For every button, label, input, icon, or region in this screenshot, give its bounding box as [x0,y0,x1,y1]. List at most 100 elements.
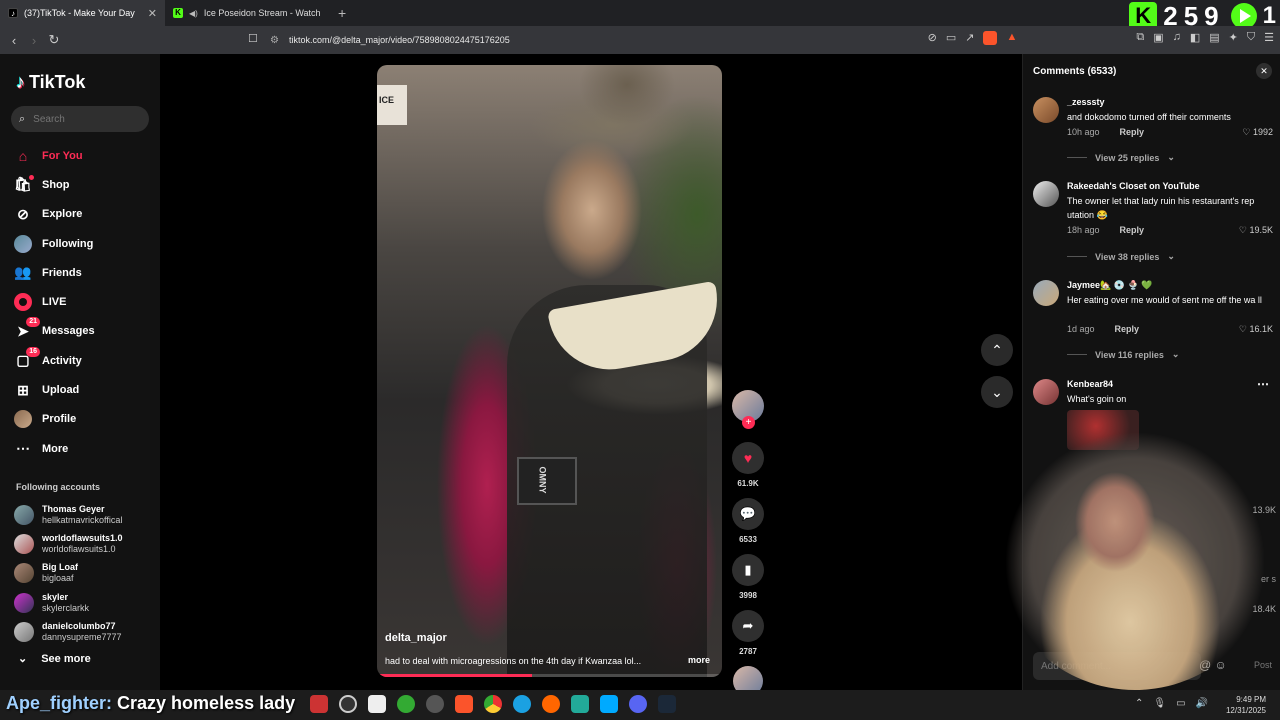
comment-like-button[interactable]: ♡ 19.5K [1239,225,1273,236]
sidebar-item-activity[interactable]: ▢ 16 Activity [14,346,95,375]
leo-icon[interactable]: ✦ [1229,31,1238,45]
post-button[interactable]: Post [1254,660,1272,670]
avatar[interactable] [1033,97,1059,123]
sidebar-item-label: Shop [42,178,70,191]
forward-icon[interactable]: › [24,33,44,48]
vpn-icon[interactable]: ⛉ [1247,31,1255,45]
tab-kick[interactable]: K ◀) Ice Poseidon Stream - Watch Live [165,0,330,26]
view-replies-button[interactable]: View 116 replies ⌄ [1067,349,1179,360]
comment-button[interactable]: 💬 [732,498,764,530]
discord-icon[interactable] [629,695,647,713]
next-video-button[interactable]: ⌄ [981,376,1013,408]
comment-user[interactable]: Rakeedah's Closet on YouTube [1067,181,1200,191]
sidebar-item-friends[interactable]: 👥 Friends [14,258,95,287]
reload-icon[interactable]: ↻ [44,32,64,48]
chevron-up-icon[interactable]: ⌃ [1135,698,1143,709]
extensions-icon[interactable]: ⧉ [1136,31,1144,45]
address-bar: ‹ › ↻ ☐ ⚙ tiktok.com/@delta_major/video/… [0,26,1280,54]
app-icon[interactable] [571,695,589,713]
settings-icon[interactable] [426,695,444,713]
app-icon[interactable] [368,695,386,713]
tiktok-logo[interactable]: ♪ TikTok [16,72,85,93]
app-icon[interactable] [397,695,415,713]
brave-shield-icon[interactable] [983,31,998,45]
microphone-icon[interactable]: 🎙 [1153,698,1166,709]
following-account-item[interactable]: skyler skylerclarkk [14,588,123,617]
comment-like-button[interactable]: ♡ 16.1K [1239,324,1273,335]
creator-avatar[interactable]: + [732,390,764,429]
timer-icon[interactable] [339,695,357,713]
comment-options-icon[interactable]: ⋯ [1257,377,1269,391]
taskbar-clock[interactable]: 9:49 PM 12/31/2025 [1226,694,1266,716]
share-icon[interactable]: ↗ [965,31,974,45]
volume-icon[interactable]: 🔊 [1196,698,1208,709]
follow-plus-icon[interactable]: + [742,416,755,429]
see-more-button[interactable]: ⌄ See more [18,652,91,666]
sidebar-item-messages[interactable]: ➤ 21 Messages [14,317,95,346]
sidebar-item-shop[interactable]: 🛍 Shop [14,170,95,199]
comment-user[interactable]: Kenbear84 [1067,379,1113,389]
video-author[interactable]: delta_major [385,632,447,644]
following-account-item[interactable]: Thomas Geyer hellkatmavrickoffical [14,500,123,529]
following-account-item[interactable]: danielcolumbo77 dannysupreme7777 [14,617,123,646]
cast-icon[interactable]: ▭ [946,31,956,45]
avatar[interactable] [1033,379,1059,405]
sidebar-item-more[interactable]: ⋯ More [14,434,95,463]
edge-icon[interactable] [513,695,531,713]
search-box[interactable]: ⌕ [11,106,149,132]
sidebar-item-profile[interactable]: Profile [14,405,95,434]
sidebar-item-for-you[interactable]: ⌂ For You [14,141,95,170]
menu-icon[interactable]: ☰ [1264,31,1274,45]
sidebar-item-explore[interactable]: ⊘ Explore [14,200,95,229]
avatar[interactable] [1033,280,1059,306]
steam-icon[interactable] [658,695,676,713]
close-comments-button[interactable]: ✕ [1256,63,1272,79]
chevron-up-icon: ⌃ [991,341,1003,358]
search-input[interactable] [33,113,134,125]
comment-user[interactable]: Jaymee🏡 💿 🍨 💚 [1067,280,1152,291]
bookmark-icon[interactable]: ☐ [248,32,258,45]
view-replies-button[interactable]: View 38 replies ⌄ [1067,251,1175,262]
reply-button[interactable]: Reply [1120,127,1145,137]
comment-user[interactable]: _zesssty [1067,97,1105,107]
site-settings-icon[interactable]: ⚙ [270,35,279,46]
wallet2-icon[interactable]: ▤ [1209,31,1219,45]
wallet-icon[interactable]: ▣ [1153,31,1163,45]
tab-tiktok[interactable]: ♪ (37)TikTok - Make Your Day ✕ [0,0,165,26]
network-icon[interactable]: ▭ [1176,698,1185,709]
app-icon[interactable] [310,695,328,713]
close-icon: ✕ [1260,66,1268,76]
video-player[interactable]: ICE OMNY delta_major had to deal with mi… [377,65,722,677]
see-more-label: See more [41,652,91,665]
chrome-icon[interactable] [484,695,502,713]
firefox-icon[interactable] [542,695,560,713]
close-tab-icon[interactable]: ✕ [148,7,157,20]
vscode-icon[interactable] [600,695,618,713]
brave-icon[interactable] [455,695,473,713]
previous-video-button[interactable]: ⌃ [981,334,1013,366]
sidebar-item-following[interactable]: Following [14,229,95,258]
new-tab-button[interactable]: + [338,5,346,21]
following-account-item[interactable]: worldoflawsuits1.0 worldoflawsuits1.0 [14,529,123,558]
share-button[interactable]: ➦ [732,610,764,642]
avatar[interactable] [1033,181,1059,207]
save-button[interactable]: ▮ [732,554,764,586]
description-more-button[interactable]: more [688,655,710,665]
url-field[interactable]: ⚙ tiktok.com/@delta_major/video/75898080… [270,30,990,50]
reply-button[interactable]: Reply [1120,225,1145,235]
sidebar-item-live[interactable]: LIVE [14,287,95,316]
sidebar-icon[interactable]: ◧ [1190,31,1200,45]
like-button[interactable]: ♥ [732,442,764,474]
comment-text: and dokodomo turned off their comments [1067,112,1231,122]
comment-like-button[interactable]: ♡ 1992 [1242,127,1273,138]
back-icon[interactable]: ‹ [4,33,24,48]
view-replies-button[interactable]: View 25 replies ⌄ [1067,152,1175,163]
sidebar-item-label: More [42,442,69,455]
following-account-item[interactable]: Big Loaf bigloaaf [14,559,123,588]
no-camera-icon[interactable]: ⊘ [928,31,937,45]
brave-rewards-icon[interactable]: ▲ [1006,31,1017,45]
video-progress-bar[interactable] [377,674,722,677]
media-icon[interactable]: ♫ [1173,31,1181,45]
sidebar-item-upload[interactable]: ⊞ Upload [14,375,95,404]
reply-button[interactable]: Reply [1115,324,1140,334]
